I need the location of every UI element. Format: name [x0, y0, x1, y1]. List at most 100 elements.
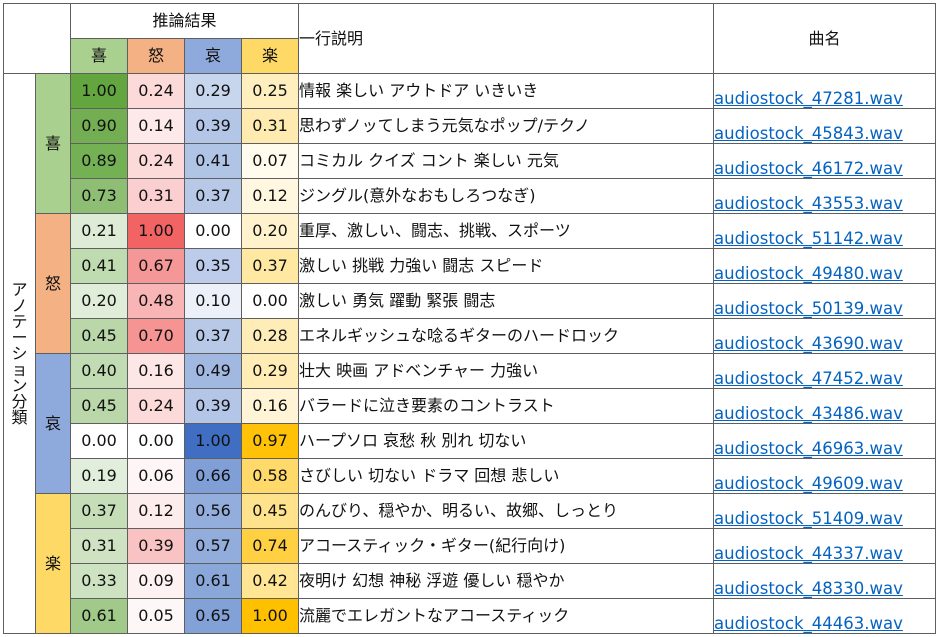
table-row: 0.61 0.05 0.65 1.00 流麗でエレガントなアコースティック audiost…	[4, 598, 937, 634]
score-cell-fun: 0.29	[240, 353, 300, 389]
table-row: 楽 0.37 0.12 0.56 0.45 のんびり、穏やか、明るい、故郷、しっとり aud…	[4, 493, 937, 634]
score-cell-fun: 0.74	[240, 528, 300, 564]
table-row: 0.19 0.06 0.66 0.58 さびしい 切ない ドラマ 回想 悲しい audio…	[4, 458, 937, 494]
category-label-fun: 楽	[35, 493, 71, 634]
score-cell-fun: 1.00	[240, 598, 300, 634]
score-cell-joy: 0.90	[70, 108, 128, 144]
table-row: 0.20 0.48 0.10 0.00 激しい 勇気 躍動 緊張 闘志 audiostoc…	[4, 283, 937, 319]
score-cell-anger: 0.05	[127, 598, 185, 634]
table-row: 怒 0.21 1.00 0.00 0.20 重厚、激しい、闘志、挑戦、スポーツ audios…	[4, 213, 937, 354]
score-cell-joy: 0.19	[70, 458, 128, 494]
song-cell: audiostock_43553.wav	[713, 178, 937, 214]
header-corner	[3, 3, 71, 74]
table-row: 0.33 0.09 0.61 0.42 夜明け 幻想 神秘 浮遊 優しい 穏やか audi…	[4, 563, 937, 599]
score-cell-sadness: 0.66	[184, 458, 242, 494]
description-header: 一行説明	[298, 3, 715, 74]
song-link[interactable]: audiostock_45843.wav	[715, 125, 903, 143]
table-row: 0.00 0.00 1.00 0.97 ハープソロ 哀愁 秋 別れ 切ない audiost…	[4, 423, 937, 459]
score-cell-anger: 0.09	[127, 563, 185, 599]
song-link[interactable]: audiostock_43553.wav	[715, 195, 903, 213]
table-row: 0.90 0.14 0.39 0.31 思わずノッてしまう元気なポップ/テクノ audio…	[4, 108, 937, 144]
song-link[interactable]: audiostock_49480.wav	[715, 265, 903, 283]
song-link[interactable]: audiostock_47281.wav	[715, 90, 903, 108]
description-cell: 激しい 勇気 躍動 緊張 闘志	[298, 283, 715, 319]
song-cell: audiostock_43486.wav	[713, 388, 937, 424]
song-link[interactable]: audiostock_44463.wav	[715, 615, 903, 633]
score-cell-anger: 0.24	[127, 388, 185, 424]
score-cell-anger: 1.00	[127, 213, 185, 249]
song-cell: audiostock_47281.wav	[713, 73, 937, 109]
song-link[interactable]: audiostock_46172.wav	[715, 160, 903, 178]
score-cell-anger: 0.24	[127, 143, 185, 179]
score-cell-fun: 0.58	[240, 458, 300, 494]
song-link[interactable]: audiostock_43690.wav	[715, 335, 903, 353]
score-cell-fun: 0.37	[240, 248, 300, 284]
description-cell: 壮大 映画 アドベンチャー 力強い	[298, 353, 715, 389]
description-cell: コミカル クイズ コント 楽しい 元気	[298, 143, 715, 179]
emotion-header-fun: 楽	[240, 38, 300, 74]
score-cell-joy: 0.21	[70, 213, 128, 249]
score-cell-sadness: 0.37	[184, 318, 242, 354]
score-cell-sadness: 0.39	[184, 388, 242, 424]
description-cell: 重厚、激しい、闘志、挑戦、スポーツ	[298, 213, 715, 249]
emotion-header-anger: 怒	[127, 38, 185, 74]
description-cell: ジングル(意外なおもしろつなぎ)	[298, 178, 715, 214]
score-cell-joy: 0.45	[70, 388, 128, 424]
score-cell-anger: 0.12	[127, 493, 185, 529]
table-row: 0.45 0.70 0.37 0.28 エネルギッシュな唸るギターのハードロック audi…	[4, 318, 937, 354]
song-link[interactable]: audiostock_46963.wav	[715, 440, 903, 458]
score-cell-sadness: 0.37	[184, 178, 242, 214]
score-cell-sadness: 0.57	[184, 528, 242, 564]
song-link[interactable]: audiostock_50139.wav	[715, 300, 903, 318]
inference-result-header: 推論結果	[69, 3, 300, 39]
header-row-1: 推論結果 一行説明 曲名	[3, 3, 937, 74]
song-link[interactable]: audiostock_51409.wav	[715, 510, 903, 528]
song-cell: audiostock_48330.wav	[713, 563, 937, 599]
score-cell-fun: 0.20	[240, 213, 300, 249]
song-link[interactable]: audiostock_47452.wav	[715, 370, 903, 388]
song-cell: audiostock_47452.wav	[713, 353, 937, 389]
score-cell-joy: 0.41	[70, 248, 128, 284]
score-cell-joy: 0.73	[70, 178, 128, 214]
song-cell: audiostock_43690.wav	[713, 318, 937, 354]
song-link[interactable]: audiostock_49609.wav	[715, 475, 903, 493]
song-cell: audiostock_44463.wav	[713, 598, 937, 634]
score-cell-fun: 0.00	[240, 283, 300, 319]
table-row: アノテーション分類喜 1.00 0.24 0.29 0.25 情報 楽しい アウトドア い…	[3, 73, 937, 634]
song-cell: audiostock_49480.wav	[713, 248, 937, 284]
description-cell: 思わずノッてしまう元気なポップ/テクノ	[298, 108, 715, 144]
description-cell: さびしい 切ない ドラマ 回想 悲しい	[298, 458, 715, 494]
score-cell-anger: 0.48	[127, 283, 185, 319]
description-cell: エネルギッシュな唸るギターのハードロック	[298, 318, 715, 354]
score-cell-joy: 0.33	[70, 563, 128, 599]
song-link[interactable]: audiostock_44337.wav	[715, 545, 903, 563]
song-cell: audiostock_45843.wav	[713, 108, 937, 144]
score-cell-sadness: 0.39	[184, 108, 242, 144]
score-cell-joy: 0.00	[70, 423, 128, 459]
table-row: 0.41 0.67 0.35 0.37 激しい 挑戦 力強い 闘志 スピード audios…	[4, 248, 937, 284]
category-label-sadness: 哀	[35, 353, 71, 494]
score-cell-fun: 0.28	[240, 318, 300, 354]
description-cell: ハープソロ 哀愁 秋 別れ 切ない	[298, 423, 715, 459]
score-cell-fun: 0.16	[240, 388, 300, 424]
emotion-header-sadness: 哀	[184, 38, 242, 74]
song-link[interactable]: audiostock_48330.wav	[715, 580, 903, 598]
annotation-category-label: アノテーション分類	[3, 73, 36, 634]
score-cell-sadness: 0.35	[184, 248, 242, 284]
description-cell: 激しい 挑戦 力強い 闘志 スピード	[298, 248, 715, 284]
score-cell-sadness: 0.00	[184, 213, 242, 249]
score-cell-anger: 0.67	[127, 248, 185, 284]
score-cell-sadness: 0.10	[184, 283, 242, 319]
score-cell-joy: 0.45	[70, 318, 128, 354]
score-cell-sadness: 0.29	[184, 73, 242, 109]
score-cell-fun: 0.07	[240, 143, 300, 179]
score-cell-fun: 0.31	[240, 108, 300, 144]
score-cell-joy: 0.37	[70, 493, 128, 529]
score-cell-anger: 0.31	[127, 178, 185, 214]
score-cell-anger: 0.16	[127, 353, 185, 389]
song-link[interactable]: audiostock_43486.wav	[715, 405, 903, 423]
description-cell: のんびり、穏やか、明るい、故郷、しっとり	[298, 493, 715, 529]
song-link[interactable]: audiostock_51142.wav	[715, 230, 903, 248]
score-cell-sadness: 1.00	[184, 423, 242, 459]
score-cell-fun: 0.25	[240, 73, 300, 109]
